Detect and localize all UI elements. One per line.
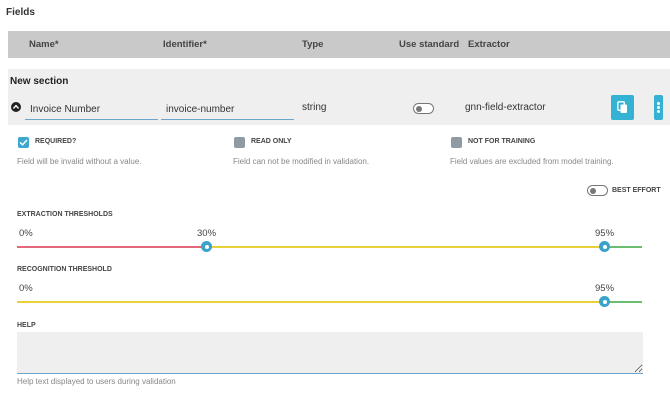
extraction-accept-range (605, 246, 642, 248)
help-description: Help text displayed to users during vali… (17, 377, 176, 386)
extraction-thresholds-label: EXTRACTION THRESHOLDS (17, 211, 113, 218)
field-extractor[interactable]: gnn-field-extractor (465, 102, 546, 113)
required-description: Field will be invalid without a value. (17, 157, 142, 166)
extraction-low-slider-handle[interactable] (201, 241, 212, 252)
column-header-use-standard: Use standard (399, 39, 460, 50)
recognition-threshold-label: RECOGNITION THRESHOLD (17, 266, 112, 273)
extraction-high-label: 95% (595, 228, 615, 239)
read-only-description: Field can not be modified in validation. (233, 157, 370, 166)
extraction-reject-range (17, 246, 207, 248)
extraction-low-label: 30% (197, 228, 217, 239)
field-type[interactable]: string (302, 102, 326, 113)
not-for-training-description: Field values are excluded from model tra… (450, 157, 614, 166)
extraction-high-slider-handle[interactable] (599, 241, 610, 252)
page-title: Fields (6, 7, 35, 18)
recognition-min-label: 0% (19, 283, 33, 294)
recognition-slider-handle[interactable] (599, 296, 610, 307)
column-header-extractor: Extractor (468, 39, 510, 50)
copy-icon (617, 101, 627, 113)
not-for-training-checkbox[interactable] (451, 137, 462, 148)
required-checkbox[interactable] (18, 137, 29, 148)
column-header-identifier: Identifier* (163, 39, 207, 50)
field-name-input[interactable] (25, 96, 158, 120)
more-options-button[interactable] (654, 95, 663, 120)
not-for-training-label: NOT FOR TRAINING (468, 138, 536, 145)
recognition-high-label: 95% (595, 283, 615, 294)
toggle-knob (416, 105, 422, 112)
recognition-review-range (17, 301, 605, 303)
field-identifier-input[interactable] (161, 96, 294, 120)
required-label: REQUIRED? (35, 138, 77, 145)
best-effort-toggle[interactable] (587, 185, 608, 196)
help-textarea[interactable] (17, 332, 643, 374)
use-standard-toggle[interactable] (413, 103, 434, 114)
column-header-type: Type (302, 39, 324, 50)
chevron-up-icon[interactable] (11, 102, 21, 112)
table-header (8, 31, 670, 58)
column-header-name: Name* (29, 39, 59, 50)
recognition-accept-range (605, 301, 642, 303)
extraction-min-label: 0% (19, 228, 33, 239)
extraction-review-range (207, 246, 605, 248)
toggle-knob (590, 187, 596, 194)
best-effort-label: BEST EFFORT (612, 187, 661, 194)
copy-button[interactable] (611, 95, 634, 120)
help-label: HELP (17, 322, 36, 329)
check-icon (19, 139, 28, 146)
section-title: New section (10, 76, 69, 87)
read-only-checkbox[interactable] (234, 137, 245, 148)
read-only-label: READ ONLY (251, 138, 292, 145)
